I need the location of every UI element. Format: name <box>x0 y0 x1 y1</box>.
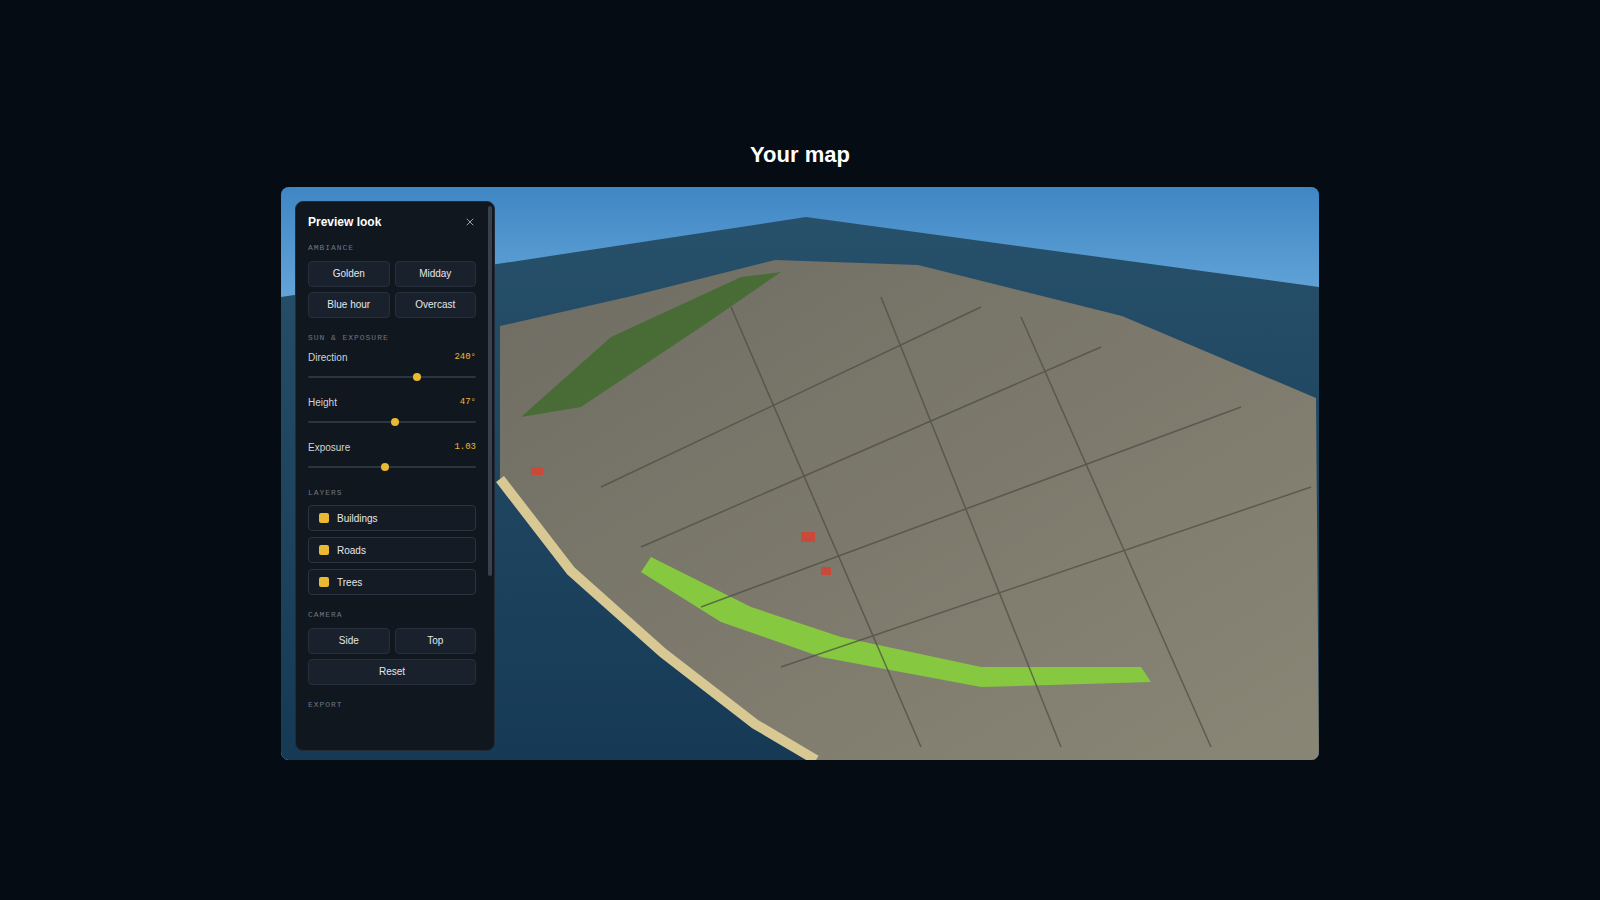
section-label: AMBIANCE <box>308 242 476 254</box>
slider-thumb[interactable] <box>413 373 421 381</box>
panel-button[interactable]: Blue hour <box>308 292 390 318</box>
slider-track[interactable] <box>308 365 476 389</box>
slider-track[interactable] <box>308 410 476 434</box>
slider-label: Height <box>308 395 337 410</box>
section-label: EXPORT <box>308 699 476 711</box>
page-title: Your map <box>750 141 850 169</box>
panel-title: Preview look <box>308 213 381 231</box>
slider-reading: 240° <box>454 351 476 365</box>
page: Your map Preview look AMBIANCE GoldenMidday… <box>0 0 1600 900</box>
slider-row: Direction 240° <box>308 350 476 389</box>
preview-panel: Preview look AMBIANCE GoldenMiddayBlue hou… <box>295 201 495 751</box>
layer-toggle[interactable]: Trees <box>308 569 476 595</box>
layer-checkbox[interactable] <box>319 577 329 587</box>
section-label: LAYERS <box>308 487 476 499</box>
slider-reading: 1.03 <box>454 441 476 455</box>
section-label: SUN & EXPOSURE <box>308 332 476 344</box>
map-card: Preview look AMBIANCE GoldenMiddayBlue hou… <box>281 187 1319 760</box>
scrollbar[interactable] <box>488 206 492 576</box>
panel-button[interactable]: Side <box>308 628 390 654</box>
slider-row: Exposure 1.03 <box>308 440 476 479</box>
layer-toggle[interactable]: Roads <box>308 537 476 563</box>
panel-button[interactable]: Golden <box>308 261 390 287</box>
slider-label: Direction <box>308 350 347 365</box>
panel-button[interactable]: Overcast <box>395 292 477 318</box>
slider-label: Exposure <box>308 440 350 455</box>
panel-button[interactable]: Midday <box>395 261 477 287</box>
slider-thumb[interactable] <box>391 418 399 426</box>
layer-checkbox[interactable] <box>319 513 329 523</box>
close-icon[interactable] <box>464 216 476 228</box>
layer-toggle[interactable]: Buildings <box>308 505 476 531</box>
panel-button[interactable]: Top <box>395 628 477 654</box>
slider-reading: 47° <box>460 396 476 410</box>
slider-thumb[interactable] <box>381 463 389 471</box>
panel-button[interactable]: Reset <box>308 659 476 685</box>
slider-row: Height 47° <box>308 395 476 434</box>
section-label: CAMERA <box>308 609 476 621</box>
slider-track[interactable] <box>308 455 476 479</box>
layer-checkbox[interactable] <box>319 545 329 555</box>
